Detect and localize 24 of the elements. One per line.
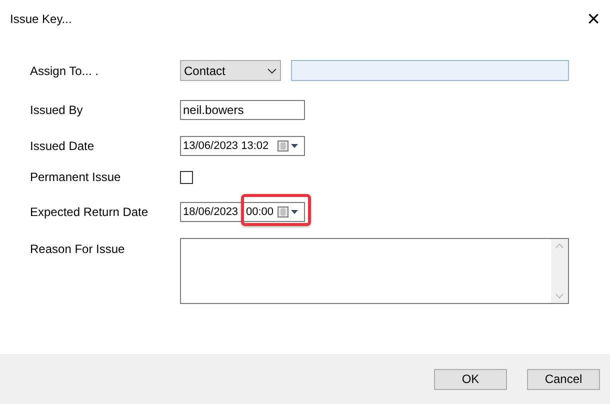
time-value: 00:00: [246, 204, 274, 220]
close-button[interactable]: ×: [583, 8, 604, 30]
ok-button[interactable]: OK: [434, 368, 507, 390]
date-time-picker[interactable]: 13/06/2023 13:02: [180, 136, 305, 156]
date-time-picker[interactable]: 18/06/2023 00:00: [180, 202, 305, 222]
calendar-dropdown-icon[interactable]: [277, 206, 301, 218]
permanent-checkbox[interactable]: [180, 170, 193, 184]
field-label: Issued Date: [30, 138, 96, 155]
dropdown-value: Contact: [184, 62, 226, 80]
date-time-value: 13/06/2023 13:02: [183, 138, 269, 154]
calendar-dropdown-icon[interactable]: [277, 140, 301, 152]
contact-dropdown[interactable]: Contact: [180, 60, 281, 81]
issued-by-field[interactable]: neil.bowers: [180, 100, 305, 120]
window-title: Issue Key...: [10, 11, 72, 28]
field-label: Assign To... .: [30, 62, 100, 80]
field-label: Reason For Issue: [30, 241, 126, 258]
date-value: 18/06/2023: [183, 204, 240, 220]
field-label: Permanent Issue: [30, 169, 122, 186]
field-label: Expected Return Date: [30, 204, 150, 221]
reason-text-area[interactable]: [180, 238, 569, 304]
assignee-field[interactable]: [291, 60, 569, 81]
cancel-button[interactable]: Cancel: [527, 368, 600, 390]
chevron-down-icon: [267, 68, 277, 74]
field-label: Issued By: [30, 102, 84, 119]
